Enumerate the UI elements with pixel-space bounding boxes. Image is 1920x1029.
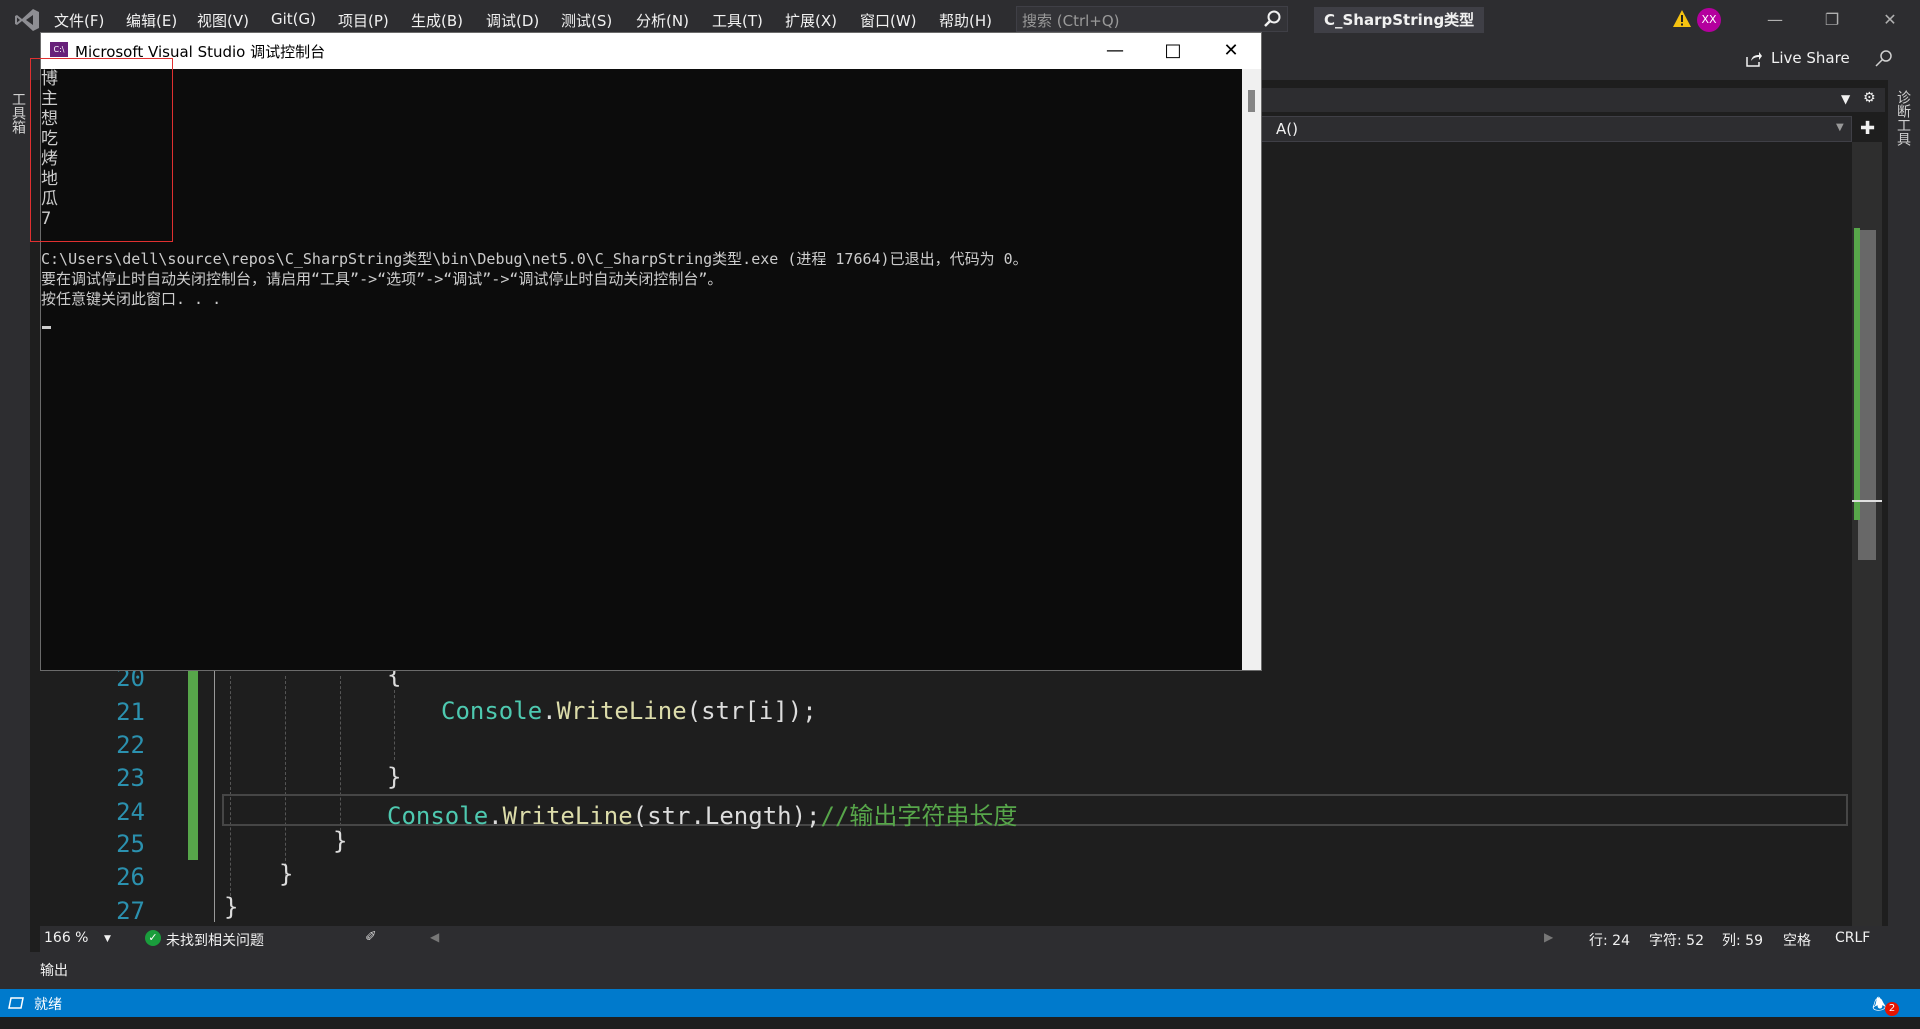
menu-test[interactable]: 测试(S) — [561, 10, 612, 31]
menu-help[interactable]: 帮助(H) — [939, 10, 992, 31]
line-number: 21 — [116, 698, 145, 726]
menu-build[interactable]: 生成(B) — [411, 10, 463, 31]
line-number: 25 — [116, 830, 145, 858]
menu-debug[interactable]: 调试(D) — [486, 10, 539, 31]
tab-dropdown-icon[interactable]: ▼ — [1841, 92, 1850, 106]
check-circle-icon: ✓ — [145, 930, 161, 946]
brush-icon[interactable]: ✐ — [365, 929, 377, 945]
code-method-token: WriteLine — [502, 802, 633, 830]
code-args-token: (str[i]); — [686, 697, 817, 725]
console-line: 要在调试停止时自动关闭控制台，请启用“工具”->“选项”->“调试”->“调试停… — [41, 270, 723, 288]
minimize-icon[interactable]: — — [1757, 8, 1793, 32]
feedback-icon[interactable] — [1873, 48, 1895, 70]
scroll-right-icon[interactable]: ▶ — [1544, 930, 1553, 944]
code-line-23: } — [387, 763, 402, 791]
console-line: 按任意键关闭此窗口. . . — [41, 290, 222, 308]
console-line: C:\Users\dell\source\repos\C_SharpString… — [41, 250, 1028, 268]
zoom-level-dropdown[interactable]: 166 % — [44, 930, 88, 946]
chevron-down-icon[interactable]: ▼ — [1836, 122, 1844, 133]
line-number: 27 — [116, 897, 145, 925]
console-close-icon[interactable]: ✕ — [1203, 33, 1259, 69]
restore-icon[interactable]: ❐ — [1814, 8, 1850, 32]
console-cursor — [42, 326, 51, 329]
scrollbar-caret-marker — [1852, 500, 1882, 502]
close-icon[interactable]: ✕ — [1872, 8, 1908, 32]
issues-status[interactable]: 未找到相关问题 — [166, 930, 264, 950]
right-tool-strip — [1888, 80, 1920, 989]
status-bar — [0, 989, 1920, 1017]
menu-view[interactable]: 视图(V) — [197, 10, 249, 31]
scrollbar-change-marks — [1854, 228, 1860, 520]
ready-status-icon — [8, 997, 24, 1009]
output-panel-tab-strip — [30, 952, 1888, 989]
output-tab[interactable]: 输出 — [40, 960, 68, 980]
menu-edit[interactable]: 编辑(E) — [126, 10, 177, 31]
console-maximize-icon[interactable]: □ — [1145, 33, 1201, 69]
indent-guide — [394, 690, 395, 760]
split-editor-icon[interactable]: ✚ — [1860, 118, 1875, 139]
user-avatar[interactable]: XX — [1697, 8, 1721, 32]
toolbox-tab[interactable]: 工具箱 — [8, 92, 28, 134]
console-scrollbar[interactable] — [1242, 69, 1261, 670]
outline-guide — [214, 668, 215, 922]
code-args-token: (str.Length); — [632, 802, 821, 830]
menu-tools[interactable]: 工具(T) — [712, 10, 763, 31]
scrollbar-thumb[interactable] — [1858, 230, 1876, 560]
indent-guide — [285, 676, 286, 876]
console-minimize-icon[interactable]: — — [1087, 33, 1143, 69]
indent-guide — [230, 676, 231, 906]
solution-name: C_SharpString类型 — [1314, 7, 1485, 33]
column-indicator[interactable]: 列: 59 — [1722, 930, 1763, 950]
line-number: 24 — [116, 798, 145, 826]
live-share-button[interactable]: Live Share — [1771, 49, 1850, 67]
notification-count-badge: 2 — [1885, 1002, 1899, 1016]
code-class-token: Console — [387, 802, 489, 830]
menu-project[interactable]: 项目(P) — [338, 10, 389, 31]
annotation-highlight-box — [30, 58, 173, 242]
line-number: 23 — [116, 764, 145, 792]
menu-git[interactable]: Git(G) — [271, 10, 316, 28]
search-icon[interactable] — [1262, 9, 1282, 29]
console-output: 博 主 想 吃 烤 地 瓜 7 C:\Users\dell\source\rep… — [41, 69, 1241, 669]
line-number: 26 — [116, 863, 145, 891]
menu-file[interactable]: 文件(F) — [54, 10, 104, 31]
warning-icon[interactable] — [1672, 9, 1692, 29]
line-ending-indicator[interactable]: CRLF — [1835, 930, 1870, 946]
code-line-26: } — [279, 860, 294, 888]
line-indicator[interactable]: 行: 24 — [1589, 930, 1630, 950]
document-tab-strip — [1260, 88, 1885, 112]
code-line-27: } — [224, 893, 239, 921]
visual-studio-logo-icon[interactable] — [14, 8, 40, 32]
diagnostic-tools-tab[interactable]: 诊断工具 — [1893, 90, 1913, 146]
gear-icon[interactable]: ⚙ — [1863, 90, 1876, 106]
member-dropdown-value[interactable]: A() — [1276, 120, 1298, 138]
code-line-21: Console.WriteLine(str[i]); — [441, 697, 817, 725]
search-placeholder: 搜索 (Ctrl+Q) — [1022, 12, 1120, 30]
code-line-24: Console.WriteLine(str.Length);//输出字符串长度 — [387, 802, 1018, 830]
member-navigation-bar[interactable] — [1260, 116, 1852, 142]
whitespace-indicator[interactable]: 空格 — [1783, 930, 1811, 950]
ready-status-text: 就绪 — [34, 997, 62, 1013]
code-method-token: WriteLine — [556, 697, 687, 725]
console-app-icon: C:\ — [50, 42, 68, 57]
code-class-token: Console — [441, 697, 543, 725]
scroll-left-icon[interactable]: ◀ — [430, 930, 439, 944]
menu-analyze[interactable]: 分析(N) — [636, 10, 689, 31]
char-indicator[interactable]: 字符: 52 — [1649, 930, 1704, 950]
console-scrollbar-thumb[interactable] — [1248, 90, 1255, 112]
menu-window[interactable]: 窗口(W) — [860, 10, 917, 31]
code-line-25: } — [333, 827, 348, 855]
code-comment-token: //输出字符串长度 — [820, 802, 1018, 830]
left-tool-strip — [0, 80, 30, 989]
menu-extensions[interactable]: 扩展(X) — [785, 10, 837, 31]
chevron-down-icon[interactable]: ▼ — [104, 934, 111, 944]
line-number: 22 — [116, 731, 145, 759]
live-share-icon[interactable] — [1745, 50, 1763, 68]
